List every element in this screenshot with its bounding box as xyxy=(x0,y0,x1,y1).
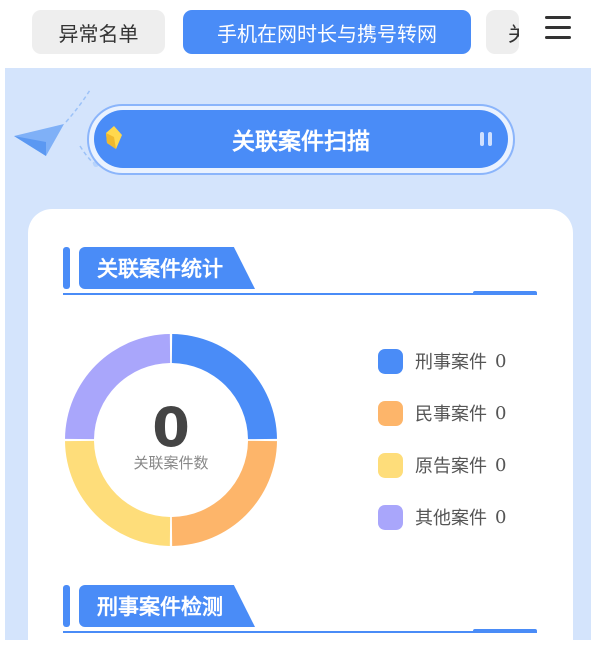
pause-icon xyxy=(480,132,494,146)
legend-swatch xyxy=(378,504,403,530)
stats-section-header: 关联案件统计 xyxy=(63,245,537,301)
detect-section-header: 刑事案件检测 xyxy=(63,583,537,639)
legend-swatch xyxy=(378,400,403,426)
total-case-count: 0 xyxy=(152,396,190,459)
legend-count: 0 xyxy=(495,506,507,528)
legend-item-civil: 民事案件 0 xyxy=(378,398,506,428)
legend-swatch xyxy=(378,452,403,478)
legend-item-plaintiff: 原告案件 0 xyxy=(378,450,506,480)
legend-label: 原告案件 xyxy=(415,456,487,477)
section-bar xyxy=(63,585,70,627)
legend-count: 0 xyxy=(495,350,507,372)
tab-related[interactable]: 关 xyxy=(486,10,519,54)
section-divider xyxy=(63,631,537,633)
section-divider-accent xyxy=(473,291,537,295)
stats-section-title: 关联案件统计 xyxy=(79,247,255,289)
detect-section-title: 刑事案件检测 xyxy=(79,585,255,627)
gem-icon xyxy=(106,126,122,149)
section-divider xyxy=(63,293,537,295)
section-bar xyxy=(63,247,70,289)
total-case-label: 关联案件数 xyxy=(133,454,209,472)
tab-phone-network-duration[interactable]: 手机在网时长与携号转网 xyxy=(183,10,471,54)
related-case-scan-button[interactable]: 关联案件扫描 xyxy=(94,110,508,168)
legend-count: 0 xyxy=(495,402,507,424)
tab-abnormal-list[interactable]: 异常名单 xyxy=(32,10,165,54)
legend-item-other: 其他案件 0 xyxy=(378,502,506,532)
legend-swatch xyxy=(378,348,403,374)
legend-item-criminal: 刑事案件 0 xyxy=(378,346,506,376)
legend-label: 民事案件 xyxy=(415,404,487,425)
hamburger-menu-icon[interactable] xyxy=(545,16,571,40)
section-divider-accent xyxy=(473,629,537,633)
legend-count: 0 xyxy=(495,454,507,476)
legend-label: 刑事案件 xyxy=(415,352,487,373)
top-tab-bar: 异常名单 手机在网时长与携号转网 关 xyxy=(0,0,591,68)
legend-label: 其他案件 xyxy=(415,508,487,529)
